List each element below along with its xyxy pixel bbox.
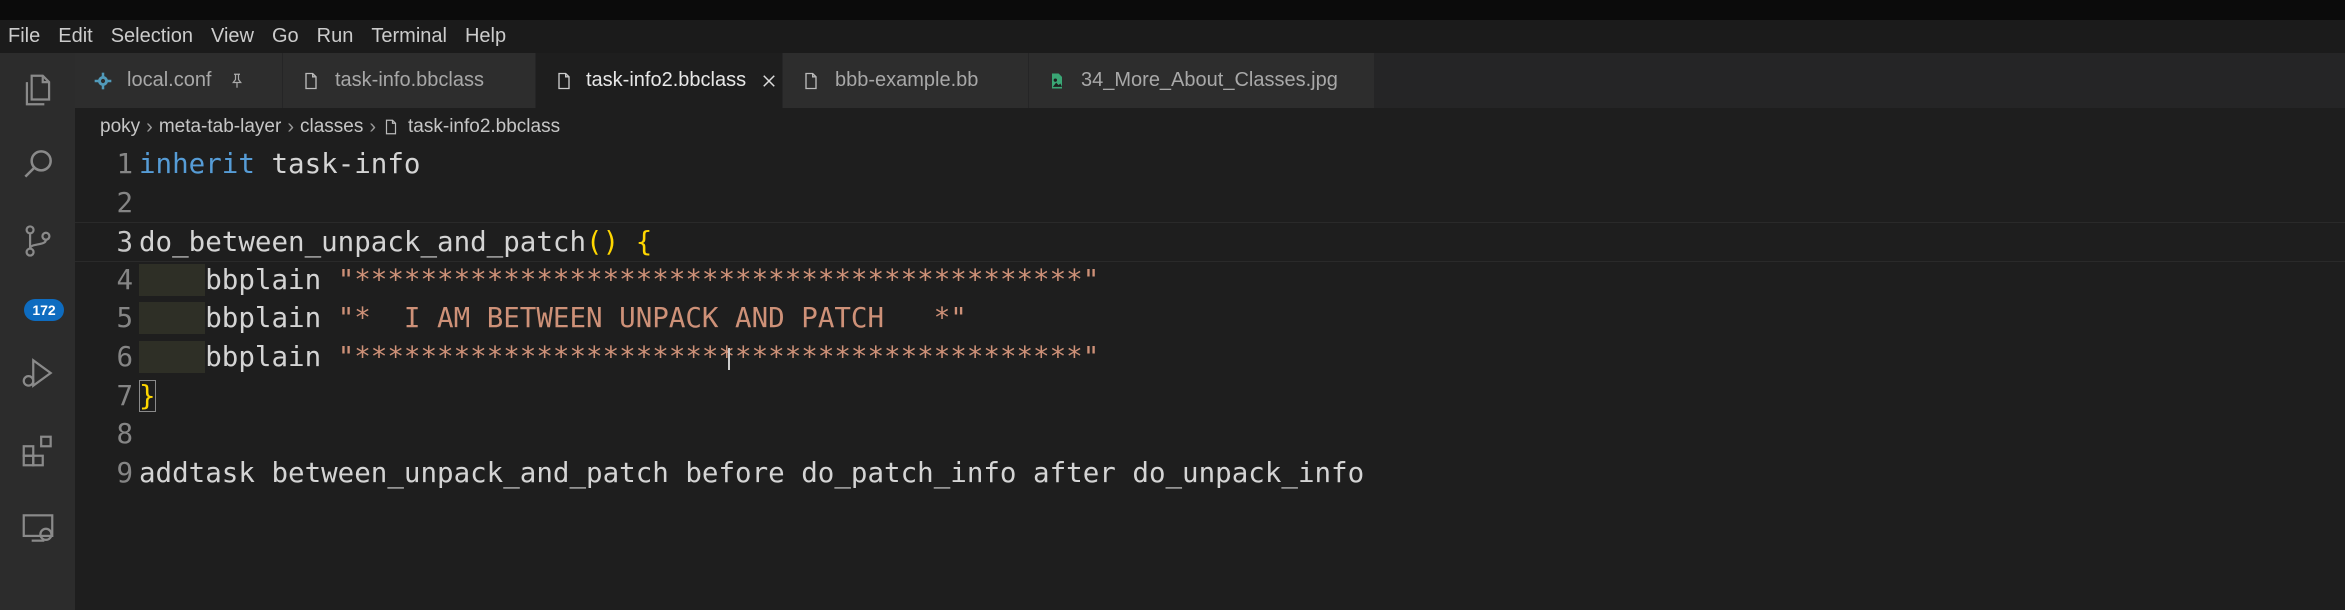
- file-icon: [301, 70, 323, 92]
- code-line[interactable]: 5 bbplain "* I AM BETWEEN UNPACK AND PAT…: [75, 299, 2345, 337]
- file-icon: [382, 118, 400, 136]
- image-icon: [1047, 70, 1069, 92]
- code-line[interactable]: 7}: [75, 377, 2345, 415]
- code-line[interactable]: 3 do_between_unpack_and_patch() {: [75, 222, 2345, 263]
- scm-badge: 172: [24, 299, 64, 321]
- tab-label: 34_More_About_Classes.jpg: [1081, 69, 1338, 91]
- run-debug-icon[interactable]: [18, 353, 58, 393]
- tab-label: task-info2.bbclass: [586, 69, 747, 91]
- menu-edit[interactable]: Edit: [50, 25, 102, 48]
- tab-label: bbb-example.bb: [835, 69, 979, 91]
- code-token: bbplain: [205, 263, 338, 296]
- line-number: 8: [116, 418, 133, 451]
- editor-tab-bar: local.conf task-info.bbclass task-info2.…: [75, 53, 2345, 108]
- menu-selection[interactable]: Selection: [103, 25, 203, 48]
- code-token: inherit: [139, 148, 255, 180]
- line-number: 2: [116, 186, 133, 219]
- menu-go[interactable]: Go: [264, 25, 309, 48]
- code-text: do_between_unpack_and_patch() {: [139, 226, 652, 258]
- breadcrumb-meta-tab-layer[interactable]: meta-tab-layer: [159, 116, 282, 138]
- tab-label: task-info.bbclass: [335, 69, 484, 91]
- line-number: 6: [116, 341, 133, 373]
- code-text: bbplain "* I AM BETWEEN UNPACK AND PATCH…: [139, 302, 967, 335]
- code-token: task-info: [254, 148, 421, 180]
- code-token: addtask between_unpack_and_patch before …: [139, 456, 1365, 489]
- menu-view[interactable]: View: [203, 25, 264, 48]
- window-top-strip: [0, 0, 2345, 20]
- breadcrumb: poky › meta-tab-layer › classes › task-i…: [100, 113, 560, 141]
- pin-icon[interactable]: [226, 70, 248, 92]
- indent-guide-highlight: [139, 302, 206, 335]
- tab-task-info2[interactable]: task-info2.bbclass: [536, 53, 783, 108]
- source-control-icon[interactable]: [18, 221, 58, 261]
- code-line[interactable]: 4 bbplain "*****************************…: [75, 261, 2345, 299]
- code-token: "***************************************…: [337, 341, 1100, 373]
- explorer-icon[interactable]: [18, 70, 58, 110]
- code-text: }: [139, 379, 156, 412]
- code-line[interactable]: 6 bbplain "*****************************…: [75, 338, 2345, 376]
- code-line[interactable]: 9 addtask between_unpack_and_patch before…: [75, 454, 2345, 492]
- tab-more-about-classes-jpg[interactable]: 34_More_About_Classes.jpg: [1029, 53, 1375, 108]
- line-number: 5: [116, 302, 133, 335]
- code-token: bbplain: [205, 341, 338, 373]
- code-text: bbplain "*******************************…: [139, 341, 1099, 373]
- code-token: bbplain: [205, 302, 338, 335]
- search-icon[interactable]: [18, 144, 58, 184]
- code-editor[interactable]: 1 inherit task-info 2 3 do_between_unpack_an…: [75, 145, 2345, 610]
- menu-bar: File Edit Selection View Go Run Terminal…: [0, 20, 2345, 53]
- breadcrumb-file[interactable]: task-info2.bbclass: [408, 116, 560, 138]
- gear-icon: [93, 70, 115, 92]
- tab-task-info[interactable]: task-info.bbclass: [283, 53, 536, 108]
- breadcrumb-poky[interactable]: poky: [100, 116, 140, 138]
- indent-guide-highlight: [139, 341, 206, 373]
- chevron-right-icon: ›: [287, 115, 294, 138]
- code-text: bbplain "*******************************…: [139, 263, 1100, 296]
- code-text: addtask between_unpack_and_patch before …: [139, 457, 1364, 489]
- breadcrumb-classes[interactable]: classes: [300, 116, 363, 138]
- line-number: 3: [116, 226, 133, 259]
- code-token: {: [635, 226, 653, 259]
- remote-explorer-icon[interactable]: [18, 508, 58, 548]
- menu-help[interactable]: Help: [457, 25, 516, 48]
- chevron-right-icon: ›: [146, 115, 153, 138]
- code-token: "***************************************…: [337, 263, 1100, 296]
- mouse-ibeam-cursor: [728, 348, 730, 370]
- extensions-icon[interactable]: [18, 431, 58, 471]
- code-token: }: [139, 379, 156, 412]
- menu-run[interactable]: Run: [309, 25, 364, 48]
- code-token: (): [586, 226, 620, 259]
- activity-bar: 172: [0, 53, 75, 610]
- code-token: do_between_unpack_and_patch: [139, 226, 587, 259]
- line-number: 4: [116, 263, 133, 296]
- code-line[interactable]: 1 inherit task-info: [75, 145, 2345, 183]
- line-number: 9: [116, 456, 133, 489]
- code-line[interactable]: 8: [75, 415, 2345, 453]
- close-icon[interactable]: [760, 70, 778, 92]
- tab-local-conf[interactable]: local.conf: [75, 53, 283, 108]
- code-line[interactable]: 2: [75, 184, 2345, 222]
- indent-guide-highlight: [139, 263, 206, 296]
- menu-terminal[interactable]: Terminal: [363, 25, 457, 48]
- chevron-right-icon: ›: [369, 115, 377, 138]
- line-number: 7: [116, 379, 133, 412]
- tab-label: local.conf: [127, 69, 212, 91]
- line-number: 1: [116, 148, 133, 180]
- code-token: "* I AM BETWEEN UNPACK AND PATCH *": [337, 302, 967, 335]
- code-text: inherit task-info: [139, 148, 420, 180]
- tab-bbb-example[interactable]: bbb-example.bb: [783, 53, 1029, 108]
- menu-file[interactable]: File: [0, 25, 50, 48]
- file-icon: [801, 70, 823, 92]
- file-icon: [554, 70, 574, 92]
